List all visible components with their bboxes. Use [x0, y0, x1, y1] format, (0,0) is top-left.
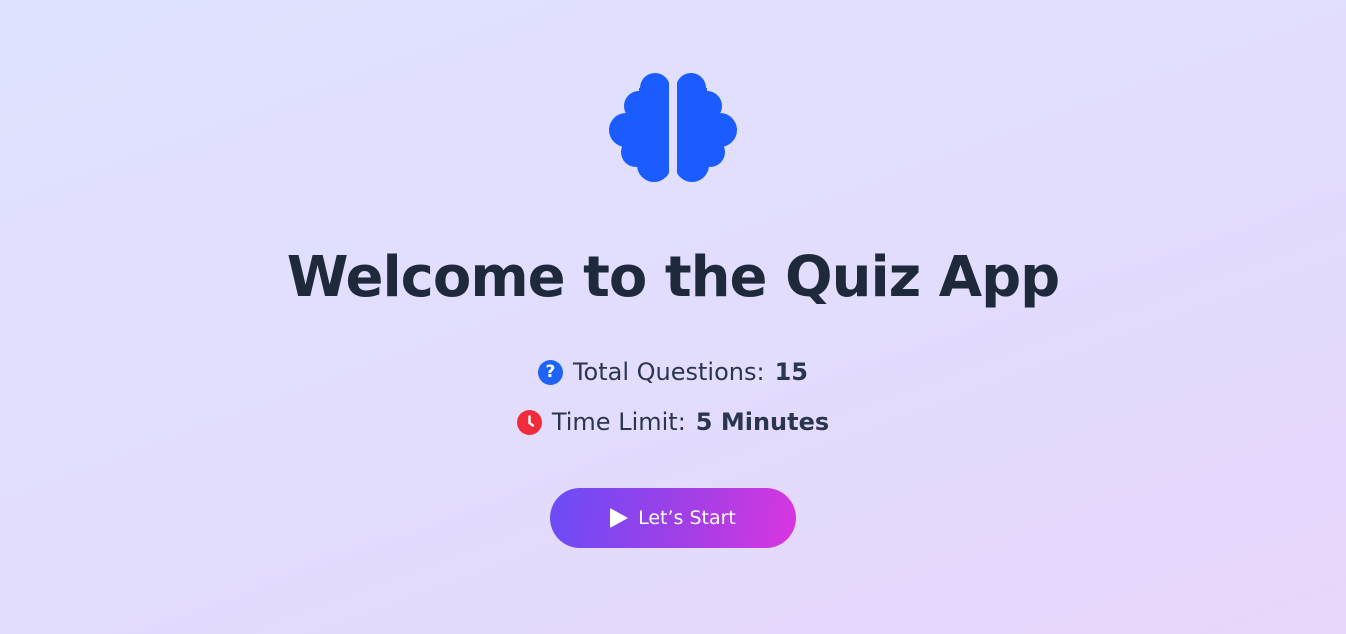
- welcome-screen: Welcome to the Quiz App ? Total Question…: [0, 0, 1346, 634]
- page-title: Welcome to the Quiz App: [286, 245, 1061, 310]
- start-button-label: Let’s Start: [638, 507, 736, 529]
- time-limit-label: Time Limit:: [551, 408, 686, 436]
- time-limit-row: Time Limit: 5 Minutes: [516, 406, 830, 438]
- time-limit-value: 5 Minutes: [695, 408, 830, 436]
- brain-icon: [609, 70, 737, 184]
- quiz-info: ? Total Questions: 15 Time Limit: 5 Minu…: [516, 356, 830, 438]
- clock-icon: [516, 409, 542, 435]
- play-icon: [610, 508, 629, 528]
- question-circle-icon: ?: [537, 359, 563, 385]
- total-questions-row: ? Total Questions: 15: [537, 356, 808, 388]
- total-questions-label: Total Questions:: [572, 358, 765, 386]
- start-quiz-button[interactable]: Let’s Start: [550, 488, 796, 548]
- total-questions-value: 15: [774, 358, 808, 386]
